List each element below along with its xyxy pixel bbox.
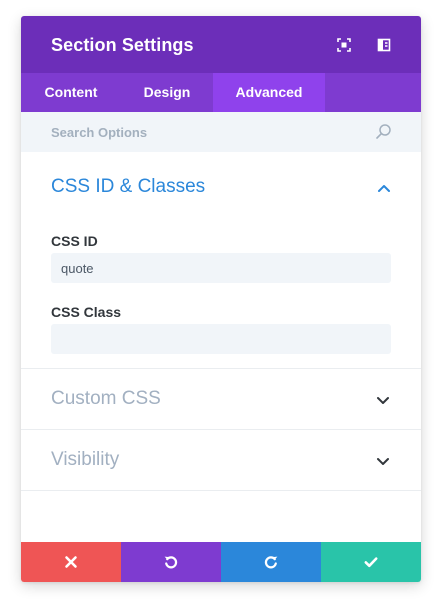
close-icon <box>65 556 77 568</box>
tab-content[interactable]: Content <box>21 73 121 112</box>
search-input[interactable] <box>51 112 371 152</box>
css-id-field[interactable] <box>51 253 391 283</box>
cancel-button[interactable] <box>21 542 121 582</box>
group-title-css-id-classes[interactable]: CSS ID & Classes <box>51 176 205 198</box>
settings-tabs: Content Design Advanced <box>21 73 421 112</box>
modal-header: Section Settings <box>21 16 421 73</box>
css-class-label: CSS Class <box>51 304 122 320</box>
expand-icon[interactable] <box>334 35 354 55</box>
search-bar <box>21 112 421 152</box>
sidebar-layout-icon[interactable] <box>374 35 394 55</box>
toggle-custom-css[interactable]: Custom CSS <box>21 369 421 430</box>
modal-footer <box>21 542 421 582</box>
tab-advanced[interactable]: Advanced <box>213 73 325 112</box>
undo-button[interactable] <box>121 542 221 582</box>
toggle-css-id-classes: CSS ID & Classes CSS ID CSS Class <box>21 152 421 369</box>
redo-icon <box>264 556 278 569</box>
save-button[interactable] <box>321 542 421 582</box>
chevron-down-icon[interactable] <box>376 395 390 405</box>
chevron-down-icon[interactable] <box>376 456 390 466</box>
undo-icon <box>164 556 178 569</box>
css-class-field[interactable] <box>51 324 391 354</box>
chevron-up-icon[interactable] <box>377 183 391 193</box>
toggle-visibility[interactable]: Visibility <box>21 430 421 491</box>
section-settings-modal: Section Settings Content Design Advanced… <box>21 16 421 582</box>
group-title-custom-css[interactable]: Custom CSS <box>51 388 161 410</box>
tab-design[interactable]: Design <box>121 73 213 112</box>
checkmark-icon <box>364 557 378 568</box>
css-id-label: CSS ID <box>51 233 98 249</box>
search-icon[interactable] <box>375 123 392 140</box>
redo-button[interactable] <box>221 542 321 582</box>
modal-title: Section Settings <box>51 35 194 55</box>
group-title-visibility[interactable]: Visibility <box>51 449 119 471</box>
